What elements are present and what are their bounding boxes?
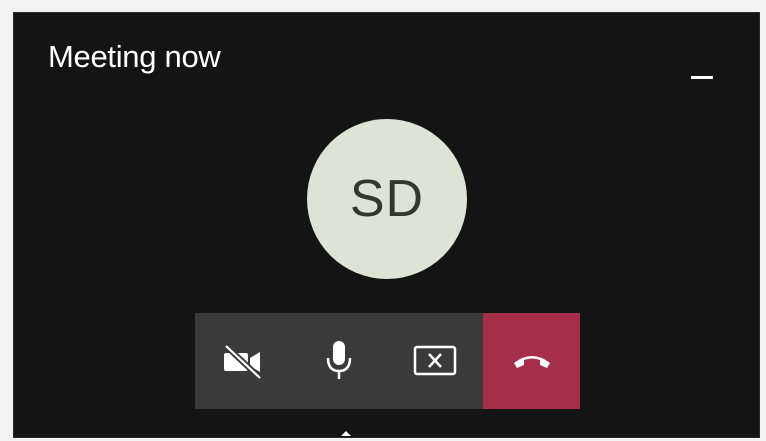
avatar-initials: SD [349, 170, 425, 228]
meeting-window: Meeting now SD [13, 12, 760, 438]
stop-sharing-icon [413, 345, 457, 376]
camera-toggle-button[interactable] [195, 313, 291, 409]
video-off-icon [223, 343, 263, 381]
minimize-icon [691, 76, 713, 79]
minimize-button[interactable] [687, 49, 717, 79]
hang-up-button[interactable] [483, 313, 580, 409]
avatar: SD [307, 119, 467, 279]
meeting-title: Meeting now [48, 39, 221, 74]
hang-up-icon [513, 356, 550, 368]
microphone-icon [326, 341, 352, 379]
toolbar-caret-icon [341, 431, 351, 436]
call-controls-toolbar [195, 313, 580, 409]
stop-sharing-button[interactable] [387, 313, 483, 409]
microphone-toggle-button[interactable] [291, 313, 387, 409]
